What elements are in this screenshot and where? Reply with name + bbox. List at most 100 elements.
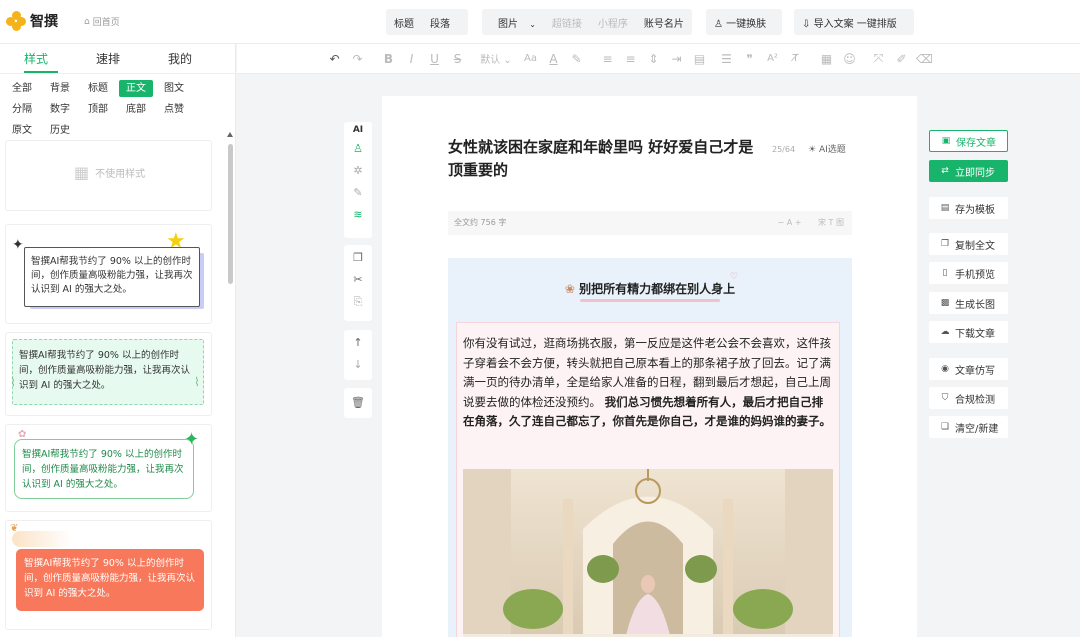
underline-icon[interactable]: U <box>423 52 446 66</box>
category-divider[interactable]: 分隔 <box>5 101 39 118</box>
heading-button[interactable]: 标题 <box>386 15 422 30</box>
strikethrough-icon[interactable]: S <box>446 52 469 66</box>
paragraph-button[interactable]: 段落 <box>422 15 458 30</box>
template-scrollbar[interactable] <box>226 130 234 637</box>
table-icon[interactable]: ▦ <box>815 52 838 66</box>
download-article-button[interactable]: ☁ 下载文章 <box>929 321 1008 343</box>
article-title-input[interactable]: 女性就该困在家庭和年龄里吗 好好爱自己才是顶重要的 <box>448 136 766 182</box>
tab-mine[interactable]: 我的 <box>144 44 216 73</box>
template-card[interactable]: ✦ ★ 智撰AI帮我节约了 90% 以上的创作时间，创作质量高吸粉能力强，让我再… <box>5 224 212 324</box>
save-template-button[interactable]: ▤ 存为模板 <box>929 197 1008 219</box>
category-body[interactable]: 正文 <box>119 80 153 97</box>
phone-icon: ▯ <box>942 268 948 278</box>
clear-format-icon[interactable]: T̸ <box>784 53 807 64</box>
line-height-icon[interactable]: ⇕ <box>642 52 665 66</box>
image-button[interactable]: 图片 ⌄ <box>482 15 544 30</box>
move-up-icon[interactable]: ↑ <box>344 332 372 354</box>
eraser-icon[interactable]: ⌫ <box>913 52 936 66</box>
sync-now-button[interactable]: ⇄ 立即同步 <box>929 160 1008 182</box>
paste-icon[interactable]: ⎘ <box>344 291 372 313</box>
word-count-bar: 全文约 756 字 − A + 宋 T 图 <box>448 211 852 235</box>
mini-program-button[interactable]: 小程序 <box>590 15 636 30</box>
letter-spacing-icon[interactable]: Aa <box>519 53 542 64</box>
home-link[interactable]: ⌂ 回首页 <box>84 15 120 29</box>
font-size-controls[interactable]: − A + <box>778 218 802 227</box>
compliance-check-button[interactable]: ⛉ 合规检测 <box>929 387 1008 409</box>
cut-icon[interactable]: ✂ <box>344 269 372 291</box>
sparkle-icon[interactable]: ✲ <box>344 160 372 182</box>
expand-icon[interactable]: ⤧ <box>867 51 890 66</box>
wedding-hall-image <box>463 469 833 637</box>
save-template-label: 存为模板 <box>955 204 995 216</box>
highlight-icon[interactable]: ✎ <box>565 52 588 66</box>
copy-icon[interactable]: ❐ <box>344 247 372 269</box>
category-bottom[interactable]: 底部 <box>119 101 153 118</box>
template-card[interactable]: 智撰AI帮我节约了 90% 以上的创作时间，创作质量高吸粉能力强，让我再次认识到… <box>5 332 212 416</box>
category-image-text[interactable]: 图文 <box>157 80 191 97</box>
category-background[interactable]: 背景 <box>43 80 77 97</box>
imitate-article-label: 文章仿写 <box>955 365 995 377</box>
template-card[interactable]: ❦ 智撰AI帮我节约了 90% 以上的创作时间，创作质量高吸粉能力强，让我再次认… <box>5 520 212 630</box>
quote-icon[interactable]: ❞ <box>738 52 761 66</box>
mobile-preview-button[interactable]: ▯ 手机预览 <box>929 262 1008 284</box>
italic-icon[interactable]: I <box>400 52 423 66</box>
shirt-icon[interactable]: ♙ <box>344 138 372 160</box>
superscript-icon[interactable]: A² <box>761 53 784 64</box>
brush-icon[interactable]: ✎ <box>344 182 372 204</box>
section-heading-text: 别把所有精力都绑在别人身上 <box>579 282 736 296</box>
font-controls[interactable]: − A + 宋 T 图 <box>778 211 845 235</box>
article-body[interactable]: ♡ ❀ 别把所有精力都绑在别人身上 你有没有试过，逛商场挑衣服，第一反应是这件老… <box>448 258 852 637</box>
format-brush-icon[interactable]: ✐ <box>890 52 913 66</box>
no-style-card[interactable]: ▦ 不使用样式 <box>5 140 212 211</box>
align-center-icon[interactable]: ≡ <box>619 52 642 66</box>
article-photo[interactable] <box>463 469 833 637</box>
one-click-skin-button[interactable]: ♙ 一键换肤 <box>706 9 782 35</box>
image-icon: ▩ <box>940 298 950 308</box>
category-title[interactable]: 标题 <box>81 80 115 97</box>
scroll-thumb[interactable] <box>228 144 233 284</box>
list-icon[interactable]: ☰ <box>715 52 738 66</box>
emoji-icon[interactable]: ☺ <box>838 52 861 66</box>
category-all[interactable]: 全部 <box>5 80 39 97</box>
section-heading[interactable]: ❀ 别把所有精力都绑在别人身上 <box>448 280 852 302</box>
copy-all-button[interactable]: ❐ 复制全文 <box>929 233 1008 255</box>
category-original[interactable]: 原文 <box>5 122 39 139</box>
align-left-icon[interactable]: ≡ <box>596 52 619 66</box>
logo[interactable]: 智撰 <box>6 11 58 31</box>
body-paragraph-box[interactable]: 你有没有试过，逛商场挑衣服，第一反应是这件老公会不会喜欢，这件孩子穿着会不会方便… <box>456 322 840 637</box>
tab-quick-layout[interactable]: 速排 <box>72 44 144 73</box>
imitate-article-button[interactable]: ◉ 文章仿写 <box>929 358 1008 380</box>
typeface-controls[interactable]: 宋 T 图 <box>818 218 844 227</box>
app-name: 智撰 <box>30 14 58 30</box>
category-number[interactable]: 数字 <box>43 101 77 118</box>
undo-icon[interactable]: ↶ <box>323 52 346 66</box>
ai-topic-button[interactable]: ☀ AI选题 <box>808 142 846 155</box>
justify-icon[interactable]: ▤ <box>688 52 711 66</box>
template-card[interactable]: ✿ 智撰AI帮我节约了 90% 以上的创作时间，创作质量高吸粉能力强，让我再次认… <box>5 424 212 512</box>
template-icon: ▤ <box>940 203 950 213</box>
tab-style[interactable]: 样式 <box>0 44 72 73</box>
trash-icon[interactable]: 🗑 <box>344 392 372 414</box>
ai-button[interactable]: AI <box>344 122 372 138</box>
import-layout-button[interactable]: ⇩ 导入文案 一键排版 <box>794 9 914 35</box>
indent-icon[interactable]: ⇥ <box>665 52 688 66</box>
clear-new-button[interactable]: ❏ 清空/新建 <box>929 416 1008 438</box>
category-top[interactable]: 顶部 <box>81 101 115 118</box>
redo-icon[interactable]: ↷ <box>346 52 369 66</box>
template-list: ▦ 不使用样式 ✦ ★ 智撰AI帮我节约了 90% 以上的创作时间，创作质量高吸… <box>5 140 213 637</box>
font-size-select[interactable]: 默认 ⌄ <box>473 51 519 66</box>
download-article-label: 下载文章 <box>955 328 995 340</box>
hyperlink-button[interactable]: 超链接 <box>544 15 590 30</box>
category-history[interactable]: 历史 <box>43 122 77 139</box>
new-doc-icon: ❏ <box>940 422 950 432</box>
save-article-button[interactable]: ▣ 保存文章 <box>929 130 1008 152</box>
move-down-icon[interactable]: ↓ <box>344 354 372 376</box>
sparkle-icon: ✦ <box>12 237 24 253</box>
account-card-button[interactable]: 账号名片 <box>636 15 692 30</box>
font-color-icon[interactable]: A <box>542 52 565 66</box>
long-image-button[interactable]: ▩ 生成长图 <box>929 292 1008 314</box>
category-like[interactable]: 点赞 <box>157 101 191 118</box>
bold-icon[interactable]: B <box>377 52 400 66</box>
layout-icon[interactable]: ≋ <box>344 204 372 226</box>
body-paragraph[interactable]: 你有没有试过，逛商场挑衣服，第一反应是这件老公会不会喜欢，这件孩子穿着会不会方便… <box>463 334 833 432</box>
